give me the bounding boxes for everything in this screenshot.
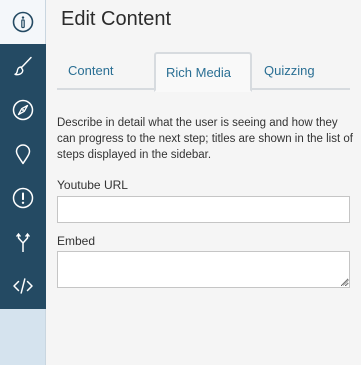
info-icon	[12, 11, 33, 33]
sidebar-item-location[interactable]	[0, 132, 46, 176]
sidebar-item-info[interactable]	[0, 0, 46, 44]
embed-label: Embed	[57, 234, 96, 248]
tab-content[interactable]: Content	[68, 52, 164, 90]
sidebar-item-design[interactable]	[0, 44, 46, 88]
resize-grip-icon[interactable]	[342, 279, 349, 286]
alert-icon	[12, 187, 34, 209]
sidebar-item-explore[interactable]	[0, 88, 46, 132]
sidebar-item-alerts[interactable]	[0, 176, 46, 220]
sidebar-item-code[interactable]	[0, 264, 46, 308]
page-title: Edit Content	[61, 8, 172, 30]
fork-arrow-icon	[15, 232, 31, 252]
sidebar-item-branching[interactable]	[0, 220, 46, 264]
youtube-url-input[interactable]	[57, 196, 350, 223]
sidebar-rail	[0, 0, 46, 309]
code-icon	[13, 278, 33, 294]
marker-icon	[15, 144, 31, 165]
edit-content-panel: Edit Content Content Rich Media Quizzing…	[46, 0, 361, 365]
sidebar	[0, 0, 46, 365]
tab-rich-media[interactable]: Rich Media	[154, 52, 252, 92]
youtube-url-label: Youtube URL	[57, 178, 128, 192]
tab-quizzing[interactable]: Quizzing	[264, 52, 344, 90]
brush-icon	[14, 56, 32, 76]
tab-bar: Content Rich Media Quizzing	[57, 52, 350, 92]
step-description: Describe in detail what the user is seei…	[57, 117, 353, 161]
embed-textarea[interactable]	[57, 251, 350, 288]
compass-icon	[12, 99, 34, 121]
